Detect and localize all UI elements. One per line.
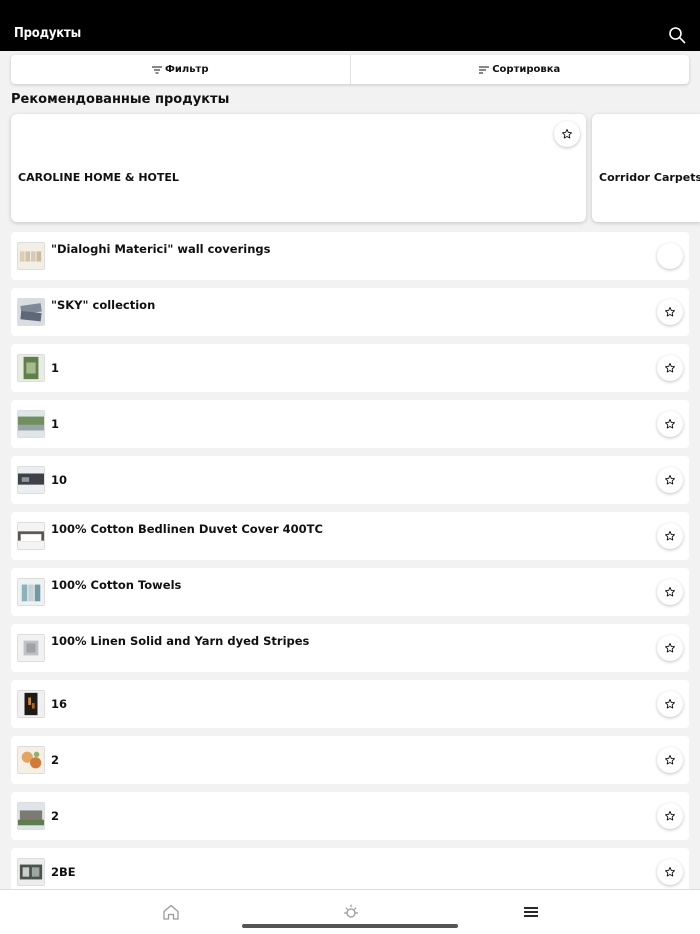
sun-icon[interactable]	[341, 902, 361, 922]
star-icon[interactable]	[657, 691, 683, 717]
bedlinen-thumbnail	[17, 522, 45, 550]
dark-room-thumbnail	[17, 466, 45, 494]
sort-button[interactable]: Сортировка	[349, 55, 690, 84]
list-item[interactable]: 2	[11, 792, 689, 840]
street-thumbnail	[17, 410, 45, 438]
product-name: 2	[51, 753, 60, 767]
towels-thumbnail	[17, 578, 45, 606]
list-item[interactable]: 100% Cotton Towels	[11, 568, 689, 616]
product-name: 10	[51, 473, 68, 487]
product-name: 100% Cotton Bedlinen Duvet Cover 400TC	[51, 522, 323, 536]
list-item[interactable]: 100% Linen Solid and Yarn dyed Stripes	[11, 624, 689, 672]
home-indicator	[242, 924, 458, 928]
featured-card[interactable]: CAROLINE HOME & HOTEL	[11, 114, 586, 222]
filter-label: Фильтр	[164, 64, 209, 75]
product-name: 1	[51, 417, 60, 431]
product-name: 16	[51, 697, 68, 711]
list-item[interactable]: 2	[11, 736, 689, 784]
product-name: 100% Linen Solid and Yarn dyed Stripes	[51, 634, 310, 648]
star-icon[interactable]	[657, 859, 683, 885]
star-icon[interactable]	[554, 121, 580, 147]
featured-card[interactable]: Corridor Carpets	[592, 114, 700, 222]
star-icon[interactable]	[657, 579, 683, 605]
interior-thumbnail	[17, 858, 45, 886]
featured-card-name: CAROLINE HOME & HOTEL	[18, 171, 179, 184]
product-name: "SKY" collection	[51, 298, 156, 312]
building-thumbnail	[17, 802, 45, 830]
home-icon[interactable]	[161, 902, 181, 922]
list-item[interactable]: 1	[11, 344, 689, 392]
list-item[interactable]: "Dialoghi Materici" wall coverings	[11, 232, 689, 280]
product-name: 1	[51, 361, 60, 375]
star-icon[interactable]	[657, 635, 683, 661]
wall-covering-thumbnail	[17, 242, 45, 270]
page-title: Продукты	[14, 26, 81, 41]
star-icon[interactable]	[657, 803, 683, 829]
product-name: "Dialoghi Materici" wall coverings	[51, 242, 271, 256]
star-icon[interactable]	[657, 299, 683, 325]
menu-icon[interactable]	[521, 902, 541, 922]
filter-sort-bar: Фильтр Сортировка	[11, 55, 689, 84]
sort-label: Сортировка	[492, 64, 561, 75]
featured-card-name: Corridor Carpets	[599, 171, 700, 184]
list-item[interactable]: "SKY" collection	[11, 288, 689, 336]
star-button-empty[interactable]	[657, 243, 683, 269]
list-item[interactable]: 1	[11, 400, 689, 448]
sky-collection-thumbnail	[17, 298, 45, 326]
garden-thumbnail	[17, 354, 45, 382]
star-icon[interactable]	[657, 523, 683, 549]
list-item[interactable]: 10	[11, 456, 689, 504]
sort-icon	[479, 66, 490, 73]
list-item[interactable]: 100% Cotton Bedlinen Duvet Cover 400TC	[11, 512, 689, 560]
filter-button[interactable]: Фильтр	[11, 55, 350, 84]
top-bar: Продукты	[0, 0, 700, 51]
featured-section-title: Рекомендованные продукты	[11, 92, 230, 107]
linen-thumbnail	[17, 634, 45, 662]
night-thumbnail	[17, 690, 45, 718]
search-icon[interactable]	[668, 26, 686, 44]
star-icon[interactable]	[657, 747, 683, 773]
product-name: 2	[51, 809, 60, 823]
list-item[interactable]: 16	[11, 680, 689, 728]
star-icon[interactable]	[657, 411, 683, 437]
star-icon[interactable]	[657, 467, 683, 493]
product-list: "Dialoghi Materici" wall coverings "SKY"…	[11, 232, 689, 904]
product-name: 2BE	[51, 865, 76, 879]
product-name: 100% Cotton Towels	[51, 578, 182, 592]
star-icon[interactable]	[657, 355, 683, 381]
food-thumbnail	[17, 746, 45, 774]
filter-icon	[151, 66, 162, 73]
